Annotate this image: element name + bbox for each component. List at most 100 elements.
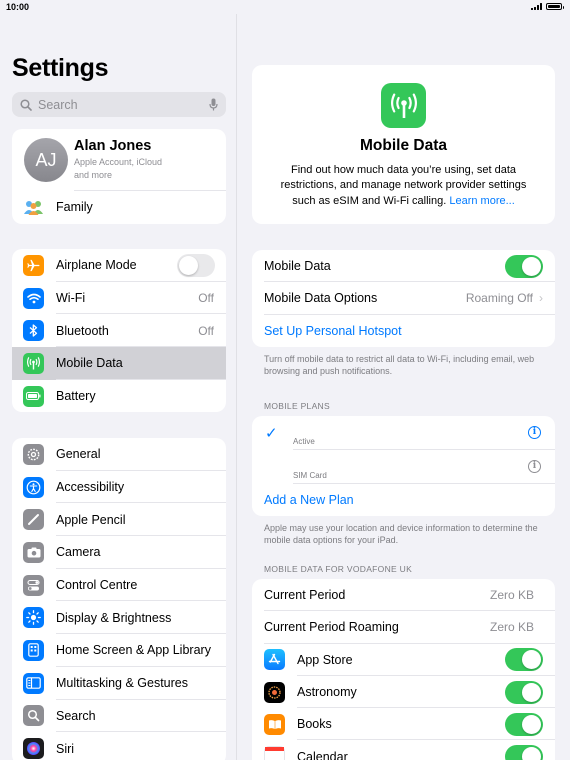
sidebar-item-search[interactable]: Search xyxy=(12,700,226,733)
magnifier-icon xyxy=(23,705,44,727)
family-icon xyxy=(23,196,44,218)
info-icon[interactable]: i xyxy=(528,426,541,439)
status-bar: 10:00 xyxy=(0,0,570,14)
sidebar-item-control-centre[interactable]: Control Centre xyxy=(12,569,226,602)
profile-subtitle-2: and more xyxy=(74,170,113,180)
sidebar-item-label: Airplane Mode xyxy=(56,258,137,273)
sidebar-item-label: Apple Pencil xyxy=(56,512,126,527)
add-plan-row[interactable]: Add a New Plan xyxy=(252,484,555,516)
sidebar-item-siri[interactable]: Siri xyxy=(12,732,226,760)
sidebar-item-label: Multitasking & Gestures xyxy=(56,676,188,691)
multitasking-icon xyxy=(23,672,44,694)
wifi-icon xyxy=(23,287,44,309)
sidebar-item-general[interactable]: General xyxy=(12,438,226,471)
sidebar-item-label: Bluetooth xyxy=(56,323,109,338)
mobile-data-detail: Mobile Data Find out how much data you’r… xyxy=(238,14,570,760)
chevron-right-icon: › xyxy=(539,291,543,306)
pencil-icon xyxy=(23,509,44,531)
mobile-data-main-card: Mobile Data Mobile Data Options Roaming … xyxy=(252,250,555,347)
settings-sidebar: Settings Search AJ Alan Jones Apple Acco… xyxy=(0,14,237,760)
sidebar-item-label: Battery xyxy=(56,389,96,404)
sidebar-item-label: Search xyxy=(56,708,96,723)
sidebar-item-label: Home Screen & App Library xyxy=(56,643,211,658)
books-icon xyxy=(264,713,285,735)
general-card: General Accessibility Apple Pencil Camer… xyxy=(12,438,226,760)
mobile-data-options-row[interactable]: Mobile Data Options Roaming Off › xyxy=(252,282,555,315)
bluetooth-icon xyxy=(23,320,44,342)
apple-account-row[interactable]: AJ Alan Jones Apple Account, iCloud and … xyxy=(12,129,226,191)
sun-icon xyxy=(23,607,44,629)
app-row-books: Books xyxy=(252,708,555,741)
calendar-data-toggle[interactable] xyxy=(505,745,543,760)
sidebar-item-family[interactable]: Family xyxy=(12,191,226,224)
home-screen-icon xyxy=(23,639,44,661)
current-roaming-row: Current Period Roaming Zero KB xyxy=(252,611,555,644)
plan-status: Active xyxy=(293,437,315,446)
sidebar-item-apple-pencil[interactable]: Apple Pencil xyxy=(12,503,226,536)
sidebar-item-label: General xyxy=(56,447,101,462)
gear-icon xyxy=(23,443,44,465)
sidebar-item-mobile-data[interactable]: Mobile Data xyxy=(12,347,226,380)
books-data-toggle[interactable] xyxy=(505,712,543,736)
siri-icon xyxy=(23,738,44,760)
mobile-data-options-label: Mobile Data Options xyxy=(264,291,378,306)
sidebar-item-label: Camera xyxy=(56,545,101,560)
profile-subtitle-1: Apple Account, iCloud xyxy=(74,157,163,167)
learn-more-link[interactable]: Learn more... xyxy=(449,195,514,207)
usage-section-header: MOBILE DATA FOR VODAFONE UK xyxy=(264,564,413,574)
sidebar-item-multitasking[interactable]: Multitasking & Gestures xyxy=(12,667,226,700)
personal-hotspot-row[interactable]: Set Up Personal Hotspot xyxy=(252,315,555,347)
mobile-plan-row[interactable]: SIM Card i xyxy=(252,450,555,484)
sidebar-item-battery[interactable]: Battery xyxy=(12,380,226,413)
profile-name: Alan Jones xyxy=(74,138,152,154)
sidebar-item-home-screen[interactable]: Home Screen & App Library xyxy=(12,634,226,667)
sidebar-item-label: Control Centre xyxy=(56,578,138,593)
accessibility-icon xyxy=(23,476,44,498)
app-label: App Store xyxy=(297,652,353,667)
app-store-data-toggle[interactable] xyxy=(505,648,543,672)
calendar-icon xyxy=(264,746,285,760)
app-label: Calendar xyxy=(297,749,348,760)
sidebar-item-label: Accessibility xyxy=(56,480,125,495)
battery-icon xyxy=(546,3,564,10)
switches-icon xyxy=(23,574,44,596)
astronomy-data-toggle[interactable] xyxy=(505,680,543,704)
sidebar-item-camera[interactable]: Camera xyxy=(12,536,226,569)
sidebar-item-label: Display & Brightness xyxy=(56,610,172,625)
sidebar-item-wifi[interactable]: Wi-Fi Off xyxy=(12,282,226,315)
antenna-icon xyxy=(23,352,44,374)
sidebar-item-display-brightness[interactable]: Display & Brightness xyxy=(12,601,226,634)
microphone-icon[interactable] xyxy=(209,98,218,111)
app-row-app-store: App Store xyxy=(252,644,555,677)
sidebar-item-label: Wi-Fi xyxy=(56,291,86,306)
bluetooth-status: Off xyxy=(198,323,214,338)
wifi-status: Off xyxy=(198,291,214,306)
current-period-label: Current Period xyxy=(264,588,346,603)
sidebar-item-airplane-mode[interactable]: Airplane Mode xyxy=(12,249,226,282)
camera-icon xyxy=(23,541,44,563)
mobile-data-row: Mobile Data xyxy=(252,250,555,283)
plan-status: SIM Card xyxy=(293,471,327,480)
airplane-mode-toggle[interactable] xyxy=(177,253,215,277)
personal-hotspot-link[interactable]: Set Up Personal Hotspot xyxy=(264,324,543,338)
mobile-data-options-value: Roaming Off xyxy=(465,291,533,306)
mobile-data-toggle[interactable] xyxy=(505,254,543,278)
search-field[interactable]: Search xyxy=(12,92,226,117)
sidebar-item-accessibility[interactable]: Accessibility xyxy=(12,471,226,504)
add-new-plan-link[interactable]: Add a New Plan xyxy=(264,493,543,507)
astronomy-icon xyxy=(264,681,285,703)
current-period-row: Current Period Zero KB xyxy=(252,579,555,612)
app-row-calendar: Calendar xyxy=(252,740,555,760)
usage-card: Current Period Zero KB Current Period Ro… xyxy=(252,579,555,760)
mobile-plans-header: MOBILE PLANS xyxy=(264,401,330,411)
sidebar-item-label: Siri xyxy=(56,741,75,756)
search-icon xyxy=(20,98,32,111)
sidebar-title: Settings xyxy=(12,54,109,82)
account-card: AJ Alan Jones Apple Account, iCloud and … xyxy=(12,129,226,224)
checkmark-icon: ✓ xyxy=(265,425,278,442)
info-icon[interactable]: i xyxy=(528,460,541,473)
sidebar-item-bluetooth[interactable]: Bluetooth Off xyxy=(12,314,226,347)
mobile-plan-row[interactable]: ✓ Active i xyxy=(252,416,555,450)
mobile-data-label: Mobile Data xyxy=(264,259,331,274)
mobile-plans-footnote: Apple may use your location and device i… xyxy=(264,523,538,545)
